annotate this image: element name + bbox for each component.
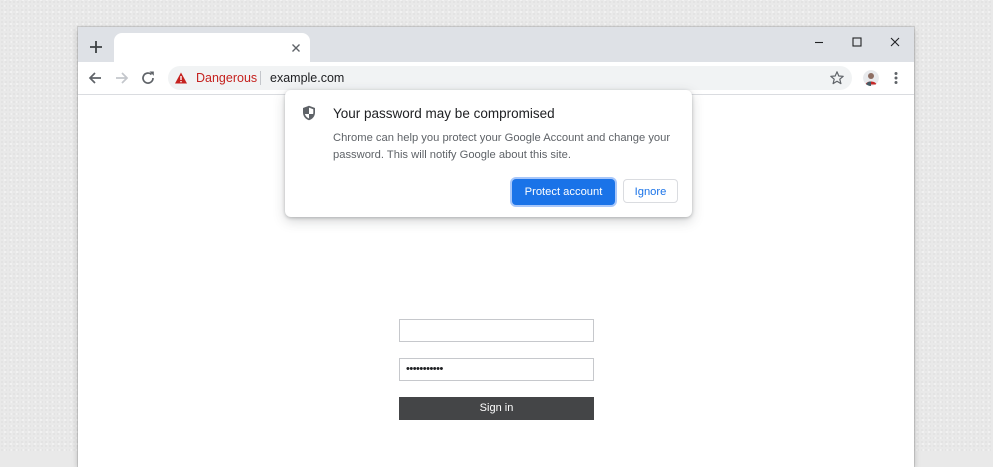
close-icon [890, 37, 900, 47]
new-tab-button[interactable] [86, 37, 106, 57]
security-label: Dangerous [196, 71, 258, 85]
password-value: ••••••••••• [406, 363, 443, 375]
arrow-right-icon [116, 72, 129, 84]
bookmark-button[interactable] [829, 70, 845, 86]
dialog-body: Chrome can help you protect your Google … [333, 132, 671, 161]
window-close-button[interactable] [884, 31, 906, 53]
maximize-icon [852, 37, 862, 47]
ignore-button[interactable]: Ignore [623, 179, 678, 203]
forward-button[interactable] [111, 67, 133, 89]
protect-account-button[interactable]: Protect account [512, 179, 615, 205]
password-compromised-dialog: Your password may be compromised Chrome … [285, 90, 692, 217]
plus-icon [90, 41, 102, 53]
more-vert-icon [894, 72, 898, 84]
reload-button[interactable] [137, 67, 159, 89]
shield-icon [303, 105, 315, 121]
maximize-button[interactable] [846, 31, 868, 53]
browser-menu-button[interactable] [885, 67, 907, 89]
security-chip[interactable]: Dangerous [174, 66, 257, 90]
arrow-left-icon [88, 72, 101, 84]
username-field[interactable] [399, 319, 594, 342]
dialog-title: Your password may be compromised [333, 106, 555, 121]
password-field[interactable]: ••••••••••• [399, 358, 594, 381]
warning-triangle-icon [175, 72, 187, 84]
tab-close-button[interactable] [288, 40, 304, 56]
url-text[interactable]: example.com [270, 66, 344, 90]
omnibox[interactable]: Dangerous example.com [168, 66, 852, 90]
star-icon [830, 71, 844, 85]
close-icon [292, 44, 300, 52]
profile-avatar-icon [863, 70, 879, 86]
minimize-button[interactable] [808, 31, 830, 53]
tab-strip [78, 27, 914, 62]
omnibox-divider [260, 71, 261, 85]
minimize-icon [815, 41, 823, 44]
avatar[interactable] [863, 70, 879, 86]
sign-in-button[interactable]: Sign in [399, 397, 594, 420]
reload-icon [142, 71, 154, 84]
back-button[interactable] [84, 67, 106, 89]
browser-tab[interactable] [114, 33, 310, 62]
